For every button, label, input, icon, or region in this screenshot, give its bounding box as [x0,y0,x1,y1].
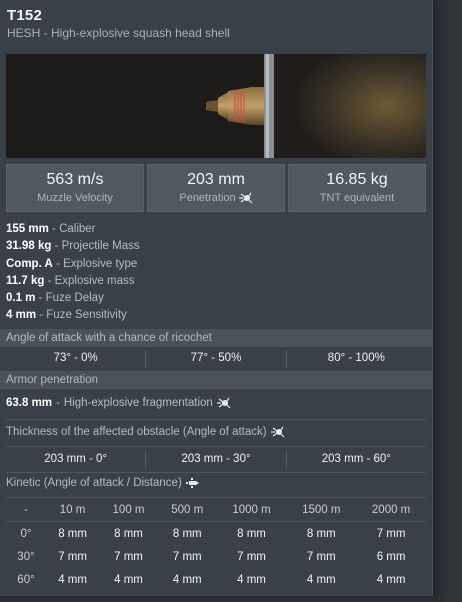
stat-label: Penetration [179,192,236,204]
kinetic-col-header: 500 m [157,499,217,522]
property-label: Fuze Sensitivity [46,309,127,322]
property-value: 11.7 kg [6,274,45,287]
stat-value: 16.85 kg [326,171,388,188]
stat-label: TNT equivalent [319,192,395,204]
kinetic-cell: 6 mm [376,550,406,563]
divider [6,446,426,447]
kinetic-col-header: 100 m [99,499,158,522]
explosion-icon [216,397,231,409]
divider [6,472,426,473]
kinetic-col-header: 10 m [46,499,100,522]
ricochet-cell: 73° - 0% [6,350,147,367]
kinetic-table: - 10 m 100 m 500 m 1000 m 1500 m 2000 m … [6,499,426,591]
fragmentation-label: High-explosive fragmentation [63,397,213,409]
stat-tnt-equivalent: 16.85 kg TNT equivalent [288,164,426,212]
thickness-header: Thickness of the affected obstacle (Angl… [6,426,285,438]
table-row: 0° 8 mm 8 mm 8 mm 8 mm 8 mm 7 mm [6,522,426,546]
stat-penetration: 203 mm Penetration [147,164,285,212]
kinetic-cell: 7 mm [306,550,336,563]
property-label: Projectile Mass [61,240,140,253]
kinetic-col-header: - [6,499,46,522]
kinetic-header-label: Kinetic (Angle of attack / Distance) [6,477,182,489]
properties-list: 155 mm - Caliber 31.98 kg - Projectile M… [6,221,140,325]
property-value: 155 mm [6,223,49,235]
kinetic-shell-icon [185,478,199,488]
kinetic-col-header: 1500 m [286,499,357,522]
key-stats: 563 m/s Muzzle Velocity 203 mm Penetrati… [6,164,426,212]
stat-label: Muzzle Velocity [37,192,113,204]
shell-subtitle: HESH - High-explosive squash head shell [7,26,230,40]
kinetic-cell: 7 mm [58,550,87,563]
fragmentation-row: 63.8 mm - High-explosive fragmentation [6,397,231,409]
ricochet-cell: 77° - 50% [146,350,287,367]
shell-info-card: T152 HESH - High-explosive squash head s… [0,0,433,596]
fragmentation-value: 63.8 mm [6,397,53,409]
kinetic-cell: 8 mm [237,527,266,540]
kinetic-cell: 4 mm [58,573,87,586]
kinetic-row-angle: 30° [17,550,35,563]
kinetic-cell: 7 mm [237,550,266,563]
property-fuze-delay: 0.1 m - Fuze Delay [6,292,104,305]
property-label: Caliber [59,223,96,235]
kinetic-cell: 4 mm [306,573,336,586]
property-fuze-sensitivity: 4 mm - Fuze Sensitivity [6,309,127,322]
header: T152 HESH - High-explosive squash head s… [7,7,230,40]
shell-image [6,54,426,158]
kinetic-col-header: 1000 m [216,499,287,522]
property-explosive-mass: 11.7 kg - Explosive mass [6,274,135,287]
stat-muzzle-velocity: 563 m/s Muzzle Velocity [6,164,144,212]
property-label: Explosive mass [54,274,135,287]
kinetic-header-row: - 10 m 100 m 500 m 1000 m 1500 m 2000 m [6,499,426,522]
thickness-cell: 203 mm - 0° [6,451,147,468]
thickness-cell: 203 mm - 30° [146,451,287,468]
explosion-icon [238,192,253,204]
shell-illustration [6,54,426,158]
kinetic-cell: 8 mm [58,527,87,540]
table-row: 60° 4 mm 4 mm 4 mm 4 mm 4 mm 4 mm [6,568,426,591]
thickness-row: 203 mm - 0° 203 mm - 30° 203 mm - 60° [6,451,426,468]
background-strip [433,0,462,602]
kinetic-row-angle: 0° [20,527,32,540]
thickness-cell: 203 mm - 60° [321,453,391,465]
kinetic-header: Kinetic (Angle of attack / Distance) [6,477,200,489]
kinetic-cell: 4 mm [376,573,406,586]
ricochet-cell: 80° - 100% [327,352,385,364]
kinetic-cell: 7 mm [172,550,202,563]
divider [6,419,426,420]
property-value: Comp. A [6,257,53,270]
property-label: Explosive type [63,257,138,270]
divider [6,497,426,498]
property-caliber: 155 mm - Caliber [6,223,96,235]
property-label: Fuze Delay [45,292,104,305]
kinetic-cell: 4 mm [172,573,202,586]
kinetic-cell: 8 mm [114,527,143,540]
kinetic-cell: 4 mm [237,573,266,586]
explosion-icon [270,426,285,438]
kinetic-cell: 8 mm [172,527,202,540]
shell-title: T152 [7,7,42,24]
stat-value: 563 m/s [46,171,104,188]
property-value: 31.98 kg [6,240,52,253]
kinetic-cell: 7 mm [114,550,143,563]
property-explosive-type: Comp. A - Explosive type [6,257,138,270]
property-value: 0.1 m [6,292,36,305]
kinetic-cell: 8 mm [306,527,336,540]
stat-value: 203 mm [187,171,245,188]
kinetic-cell: 4 mm [114,573,143,586]
kinetic-col-header: 2000 m [356,499,426,522]
ricochet-header: Angle of attack with a chance of ricoche… [0,329,432,347]
property-value: 4 mm [6,309,37,322]
property-projectile-mass: 31.98 kg - Projectile Mass [6,240,140,253]
armor-penetration-header: Armor penetration [0,371,432,389]
ricochet-row: 73° - 0% 77° - 50% 80° - 100% [6,350,426,367]
kinetic-row-angle: 60° [17,573,35,586]
kinetic-cell: 7 mm [376,527,406,540]
table-row: 30° 7 mm 7 mm 7 mm 7 mm 7 mm 6 mm [6,545,426,568]
thickness-header-label: Thickness of the affected obstacle (Angl… [6,426,267,438]
